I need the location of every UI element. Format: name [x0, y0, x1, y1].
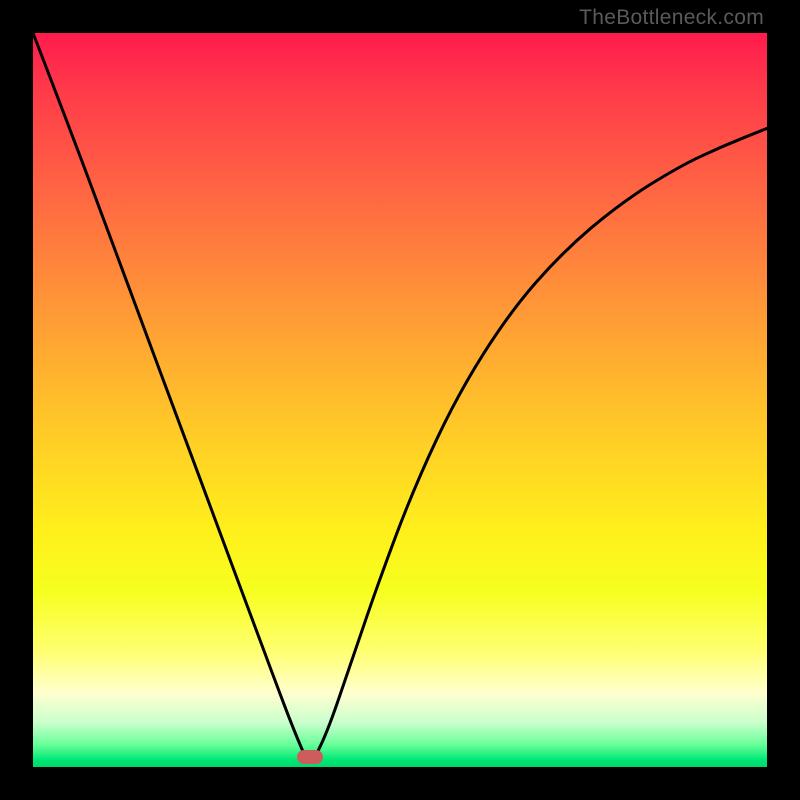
- watermark-label: TheBottleneck.com: [579, 6, 764, 30]
- bottleneck-curve: [33, 33, 767, 767]
- plot-area: [33, 33, 767, 767]
- minimum-marker: [297, 750, 323, 764]
- chart-frame: TheBottleneck.com: [0, 0, 800, 800]
